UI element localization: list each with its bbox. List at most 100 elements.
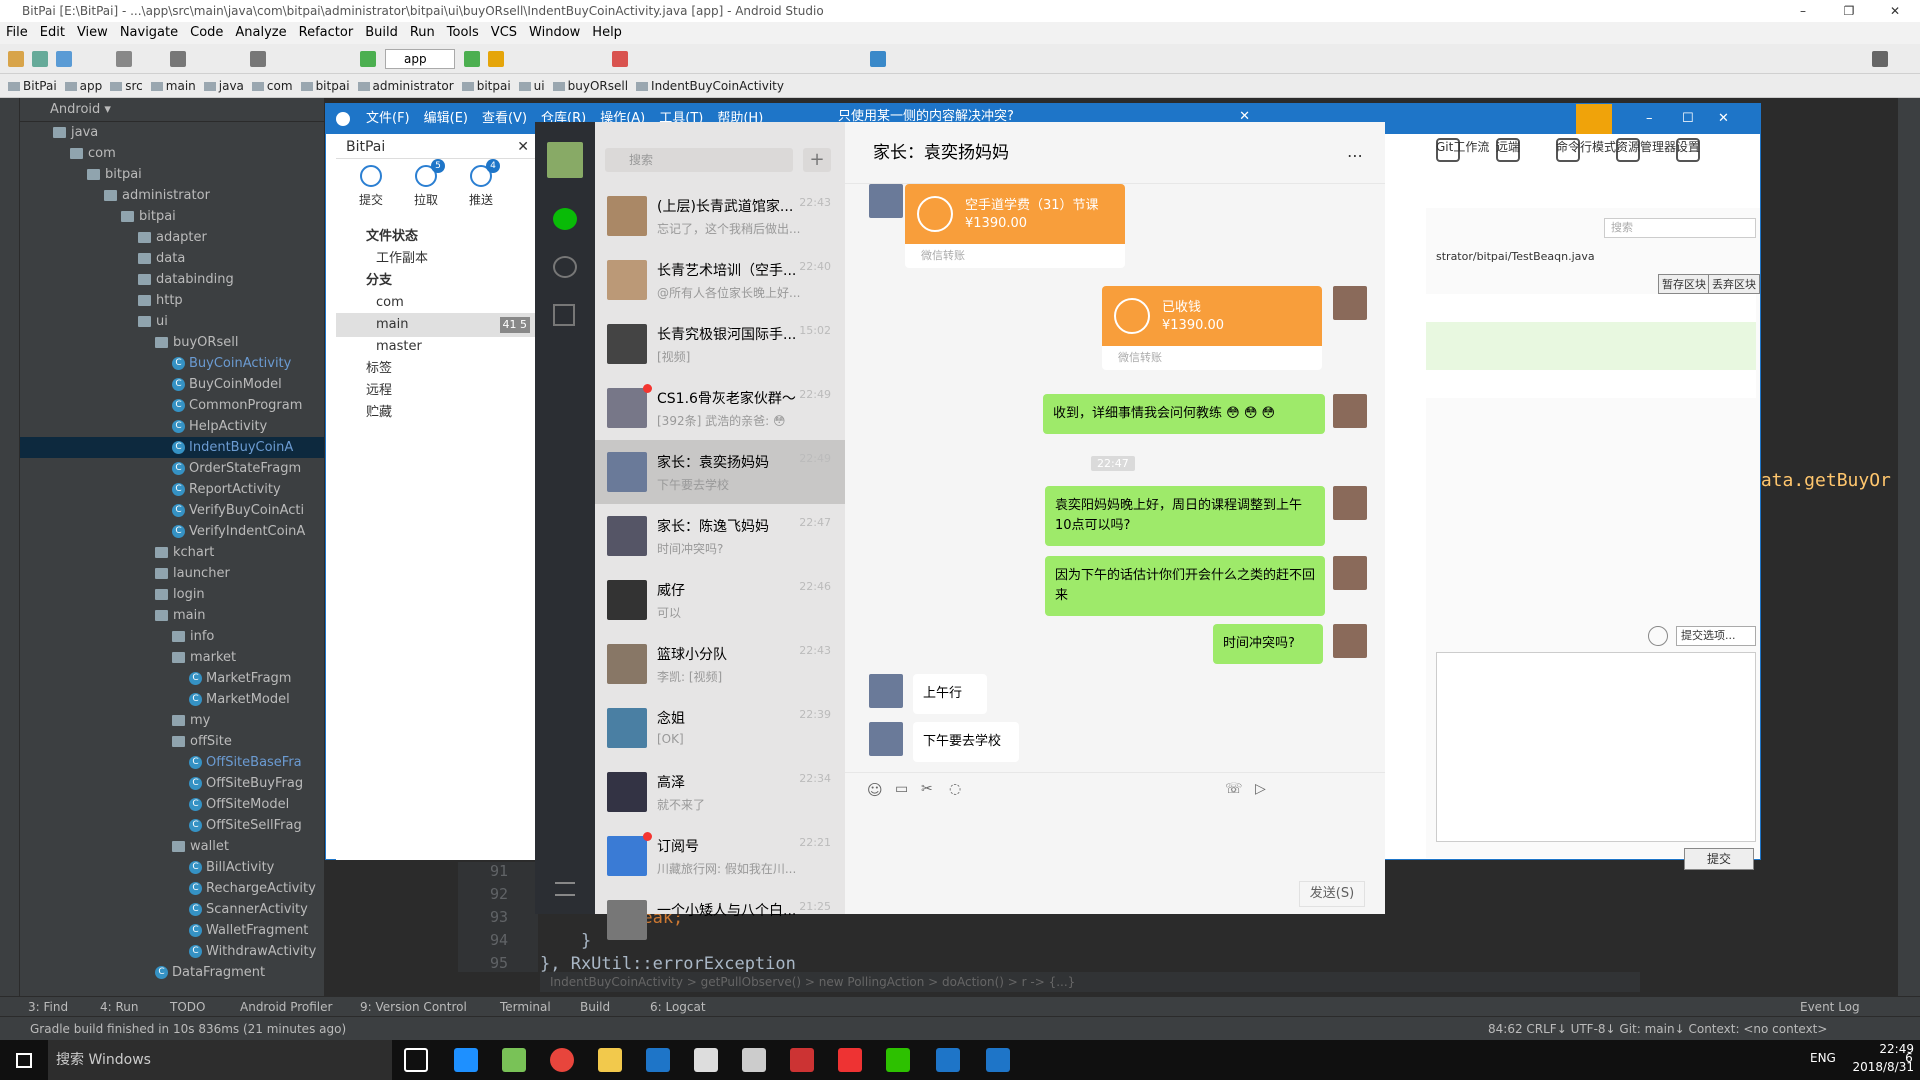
- my-avatar[interactable]: [1333, 486, 1367, 520]
- help-icon[interactable]: [870, 51, 886, 67]
- commit-message-input[interactable]: [1436, 652, 1756, 842]
- sidebar-item[interactable]: 工作副本: [336, 247, 536, 271]
- undo-icon[interactable]: [116, 51, 132, 67]
- project-tree-item[interactable]: bitpai: [20, 164, 324, 185]
- menu-item-window[interactable]: Window: [529, 25, 580, 40]
- project-tree-item[interactable]: C VerifyIndentCoinA: [20, 521, 324, 542]
- project-tree-item[interactable]: databinding: [20, 269, 324, 290]
- project-tree-item[interactable]: my: [20, 710, 324, 731]
- project-tree-item[interactable]: C OrderStateFragm: [20, 458, 324, 479]
- conversation-item[interactable]: 一个小矮人与八个白... 21:25: [595, 888, 845, 952]
- phone-icon[interactable]: ☏: [1225, 781, 1243, 797]
- sidebar-item[interactable]: 分支: [336, 269, 536, 293]
- sidebar-item[interactable]: com: [336, 291, 536, 315]
- chat-icon[interactable]: [553, 208, 577, 230]
- project-tree-item[interactable]: C OffSiteBuyFrag: [20, 773, 324, 794]
- open-icon[interactable]: [8, 51, 24, 67]
- bitpai-menu-item[interactable]: 查看(V): [482, 111, 527, 126]
- bitpai-close-button[interactable]: ✕: [1718, 104, 1729, 134]
- my-avatar[interactable]: [1333, 394, 1367, 428]
- editor-breadcrumb[interactable]: IndentBuyCoinActivity > getPullObserve()…: [540, 972, 1640, 992]
- project-tree-item[interactable]: C WithdrawActivity: [20, 941, 324, 962]
- project-tree-item[interactable]: offSite: [20, 731, 324, 752]
- menu-item-refactor[interactable]: Refactor: [299, 25, 354, 40]
- bitpai-taskbar-icon-2[interactable]: [936, 1048, 960, 1072]
- project-tree-item[interactable]: C OffSiteModel: [20, 794, 324, 815]
- tool-window-button[interactable]: 6: Logcat: [650, 997, 706, 1017]
- menu-item-navigate[interactable]: Navigate: [120, 25, 178, 40]
- my-avatar[interactable]: [1333, 286, 1367, 320]
- project-tree-item[interactable]: login: [20, 584, 324, 605]
- menu-item-build[interactable]: Build: [365, 25, 398, 40]
- project-tree-item[interactable]: C RechargeActivity: [20, 878, 324, 899]
- breadcrumb-item[interactable]: src: [110, 79, 143, 93]
- message-bubble[interactable]: 收到，详细事情我会问何教练 😳 😳 😳: [1043, 394, 1325, 434]
- contact-avatar[interactable]: [869, 674, 903, 708]
- conversation-item[interactable]: 长青究极银河国际手... [视频] 15:02: [595, 312, 845, 376]
- my-avatar[interactable]: [547, 142, 583, 178]
- tool-window-button[interactable]: Build: [580, 997, 610, 1017]
- toolbar-button-1[interactable]: 5 拉取: [401, 159, 451, 208]
- project-tree-item[interactable]: C CommonProgram: [20, 395, 324, 416]
- project-tree-item[interactable]: C OffSiteBaseFra: [20, 752, 324, 773]
- received-card[interactable]: 已收钱 ¥1390.00 微信转账: [1102, 286, 1322, 370]
- explorer-icon[interactable]: [598, 1048, 622, 1072]
- close-icon[interactable]: ✕: [517, 135, 529, 159]
- notification-count[interactable]: 6: [1900, 1051, 1918, 1065]
- edge-icon[interactable]: [454, 1048, 478, 1072]
- chrome-icon[interactable]: [550, 1048, 574, 1072]
- project-tree-item[interactable]: administrator: [20, 185, 324, 206]
- folder-icon[interactable]: ▭: [895, 781, 908, 797]
- message-bubble[interactable]: 因为下午的话估计你们开会什么之类的赶不回来: [1045, 556, 1325, 616]
- stage-hunk-button[interactable]: 暂存区块: [1658, 274, 1710, 294]
- conversation-item[interactable]: CS1.6骨灰老家伙群～ [392条] 武浩的亲爸: 😳 22:49: [595, 376, 845, 440]
- breadcrumb-item[interactable]: bitpai: [300, 79, 350, 93]
- project-tree-item[interactable]: C ScannerActivity: [20, 899, 324, 920]
- conversation-item[interactable]: 长青艺术培训（空手... @所有人各位家长晚上好... 22:40: [595, 248, 845, 312]
- project-tree-item[interactable]: C MarketFragm: [20, 668, 324, 689]
- close-button[interactable]: ✕: [1872, 0, 1918, 22]
- make-icon[interactable]: [360, 51, 376, 67]
- breadcrumb-item[interactable]: BitPai: [8, 79, 57, 93]
- menu-item-vcs[interactable]: VCS: [491, 25, 517, 40]
- project-tree-item[interactable]: launcher: [20, 563, 324, 584]
- message-bubble[interactable]: 袁奕阳妈妈晚上好，周日的课程调整到上午10点可以吗?: [1045, 486, 1325, 546]
- breadcrumb-item[interactable]: main: [150, 79, 196, 93]
- breadcrumb-item[interactable]: java: [203, 79, 244, 93]
- stop-icon[interactable]: [612, 51, 628, 67]
- breadcrumb-item[interactable]: administrator: [357, 79, 454, 93]
- project-tree-item[interactable]: info: [20, 626, 324, 647]
- conversation-item[interactable]: 篮球小分队 李凯: [视频] 22:43: [595, 632, 845, 696]
- sidebar-item[interactable]: 文件状态: [336, 225, 536, 249]
- project-tree-item[interactable]: C HelpActivity: [20, 416, 324, 437]
- project-tree-item[interactable]: java: [20, 122, 324, 143]
- conversation-item[interactable]: (上层)长青武道馆家... 忘记了，这个我稍后做出... 22:43: [595, 184, 845, 248]
- screenshot-icon[interactable]: ✂: [921, 781, 933, 797]
- project-tree-item[interactable]: C OffSiteSellFrag: [20, 815, 324, 836]
- project-tree-item[interactable]: wallet: [20, 836, 324, 857]
- menu-item-help[interactable]: Help: [592, 25, 622, 40]
- language-indicator[interactable]: ENG: [1810, 1051, 1836, 1065]
- bitpai-taskbar-icon[interactable]: [646, 1048, 670, 1072]
- sync-icon[interactable]: [56, 51, 72, 67]
- conversation-search-input[interactable]: 搜索: [605, 148, 793, 172]
- project-tree-item[interactable]: C VerifyBuyCoinActi: [20, 500, 324, 521]
- bitpai-menu-item[interactable]: 编辑(E): [424, 111, 468, 126]
- history-icon[interactable]: [1648, 626, 1668, 646]
- project-tree-item[interactable]: buyORsell: [20, 332, 324, 353]
- tool-window-button[interactable]: Android Profiler: [240, 997, 332, 1017]
- contacts-icon[interactable]: [553, 256, 577, 278]
- project-tree-item[interactable]: ui: [20, 311, 324, 332]
- wechat-icon[interactable]: [886, 1048, 910, 1072]
- contact-avatar[interactable]: [869, 184, 903, 218]
- search-everywhere-icon[interactable]: [1872, 51, 1888, 67]
- conversation-item[interactable]: 订阅号 川藏旅行网: 假如我在川... 22:21: [595, 824, 845, 888]
- bitpai-minimize-button[interactable]: –: [1646, 104, 1653, 134]
- project-tree-item[interactable]: C BuyCoinActivity: [20, 353, 324, 374]
- sidebar-item[interactable]: 贮藏: [336, 401, 536, 425]
- toolbar-button-0[interactable]: 提交: [346, 165, 396, 208]
- favorites-icon[interactable]: [553, 304, 575, 326]
- breadcrumb-item[interactable]: ui: [518, 79, 545, 93]
- commit-button[interactable]: 提交: [1684, 848, 1754, 870]
- commit-options-select[interactable]: 提交选项...: [1676, 626, 1756, 646]
